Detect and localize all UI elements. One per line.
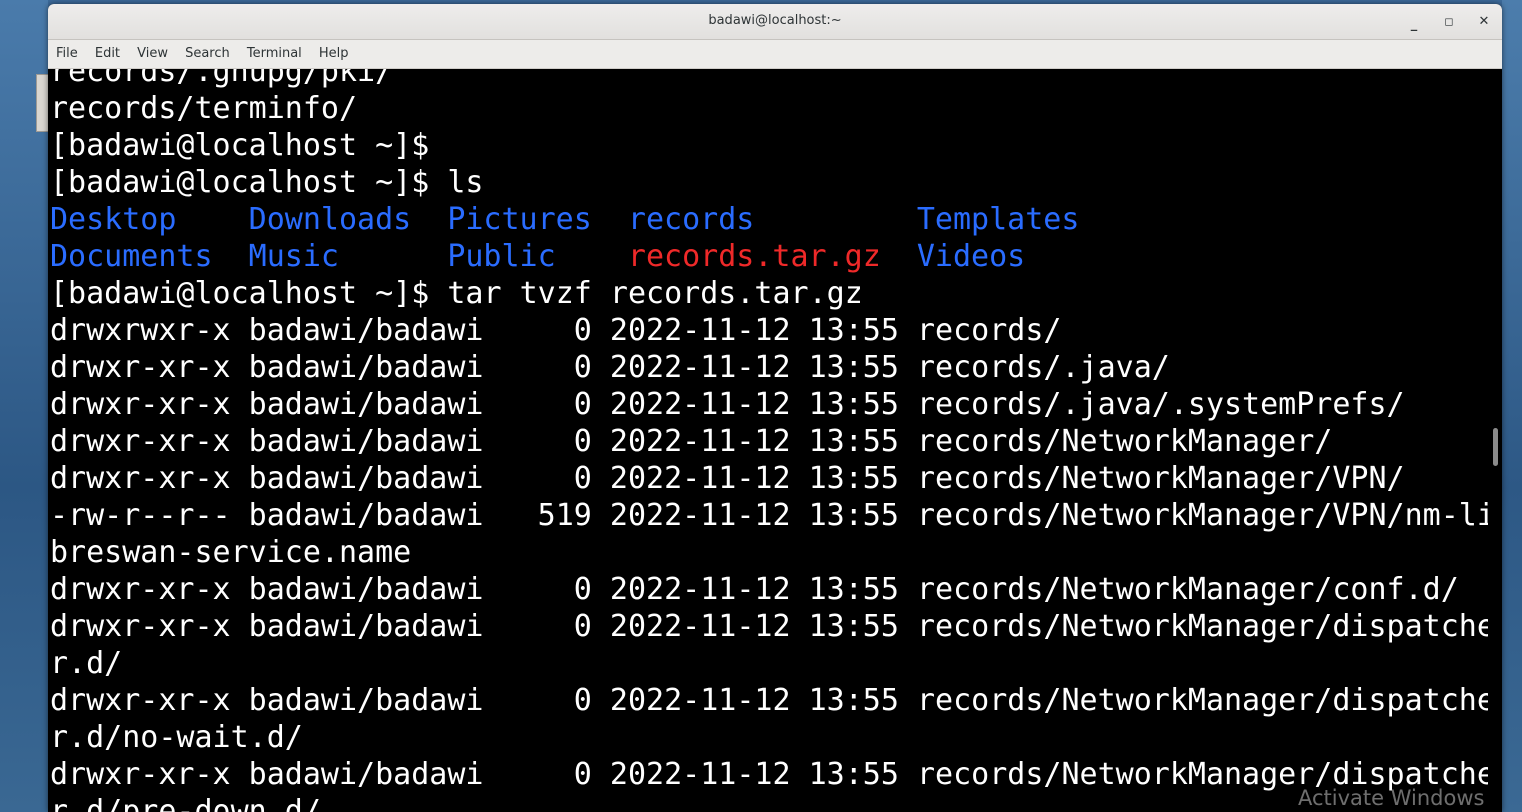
terminal-line: r.d/ [50, 646, 123, 681]
terminal-output[interactable]: records/.gnupg/pki/records/terminfo/[bad… [48, 69, 1488, 812]
terminal-line: drwxr-xr-x badawi/badawi 0 2022-11-12 13… [50, 461, 1405, 496]
ls-row: Documents Music Public records.tar.gz Videos [50, 238, 1488, 275]
terminal-line: drwxr-xr-x badawi/badawi 0 2022-11-12 13… [50, 609, 1488, 644]
ls-row: Desktop Downloads Pictures records Templates [50, 201, 1488, 238]
scrollbar[interactable] [1488, 69, 1502, 812]
ls-entry-directory: Documents [50, 239, 213, 274]
menu-bar: File Edit View Search Terminal Help [48, 40, 1502, 69]
terminal-line: [badawi@localhost ~]$ [50, 128, 430, 163]
close-button[interactable]: ✕ [1472, 10, 1496, 34]
window-title: badawi@localhost:~ [708, 13, 842, 28]
scrollbar-thumb[interactable] [1493, 428, 1498, 466]
terminal-line: drwxr-xr-x badawi/badawi 0 2022-11-12 13… [50, 683, 1488, 718]
terminal-line: drwxr-xr-x badawi/badawi 0 2022-11-12 13… [50, 424, 1333, 459]
ls-entry-directory: Videos [916, 239, 1026, 274]
menu-edit[interactable]: Edit [89, 46, 126, 61]
terminal-line: drwxr-xr-x badawi/badawi 0 2022-11-12 13… [50, 572, 1459, 607]
terminal-line: breswan-service.name [50, 535, 412, 570]
menu-terminal[interactable]: Terminal [241, 46, 308, 61]
ls-entry-directory: Downloads [248, 202, 412, 237]
maximize-button[interactable]: ◻ [1437, 10, 1461, 34]
terminal-line: [badawi@localhost ~]$ tar tvzf records.t… [50, 276, 863, 311]
ls-entry-directory: Templates [916, 202, 1080, 237]
terminal-line: [badawi@localhost ~]$ ls [50, 165, 484, 200]
desktop-background-right [1502, 0, 1522, 812]
terminal-line: r.d/no-wait.d/ [50, 720, 303, 755]
menu-help[interactable]: Help [313, 46, 355, 61]
terminal-window: badawi@localhost:~ _ ◻ ✕ File Edit View … [48, 4, 1502, 812]
ls-entry-directory: Public [447, 239, 556, 274]
title-bar[interactable]: badawi@localhost:~ _ ◻ ✕ [48, 4, 1502, 40]
terminal-line: drwxr-xr-x badawi/badawi 0 2022-11-12 13… [50, 350, 1170, 385]
menu-file[interactable]: File [50, 46, 84, 61]
ls-entry-directory: Pictures [447, 202, 592, 237]
ls-entry-archive: records.tar.gz [627, 239, 881, 274]
terminal-line: drwxrwxr-x badawi/badawi 0 2022-11-12 13… [50, 313, 1062, 348]
terminal-line: records/terminfo/ [50, 91, 358, 126]
terminal-line: -rw-r--r-- badawi/badawi 519 2022-11-12 … [50, 498, 1488, 533]
menu-search[interactable]: Search [179, 46, 236, 61]
activation-watermark: Activate Windows [1298, 786, 1485, 810]
terminal-line: r.d/pre-down.d/ [50, 794, 321, 812]
terminal-line: drwxr-xr-x badawi/badawi 0 2022-11-12 13… [50, 757, 1488, 792]
ls-entry-directory: records [627, 202, 755, 237]
terminal-lines: records/.gnupg/pki/records/terminfo/[bad… [50, 69, 1488, 812]
terminal-line: drwxr-xr-x badawi/badawi 0 2022-11-12 13… [50, 387, 1405, 422]
ls-entry-directory: Music [248, 239, 339, 274]
ls-entry-directory: Desktop [50, 202, 177, 237]
minimize-button[interactable]: _ [1402, 13, 1426, 37]
terminal-line: records/.gnupg/pki/ [50, 69, 394, 89]
menu-view[interactable]: View [131, 46, 174, 61]
